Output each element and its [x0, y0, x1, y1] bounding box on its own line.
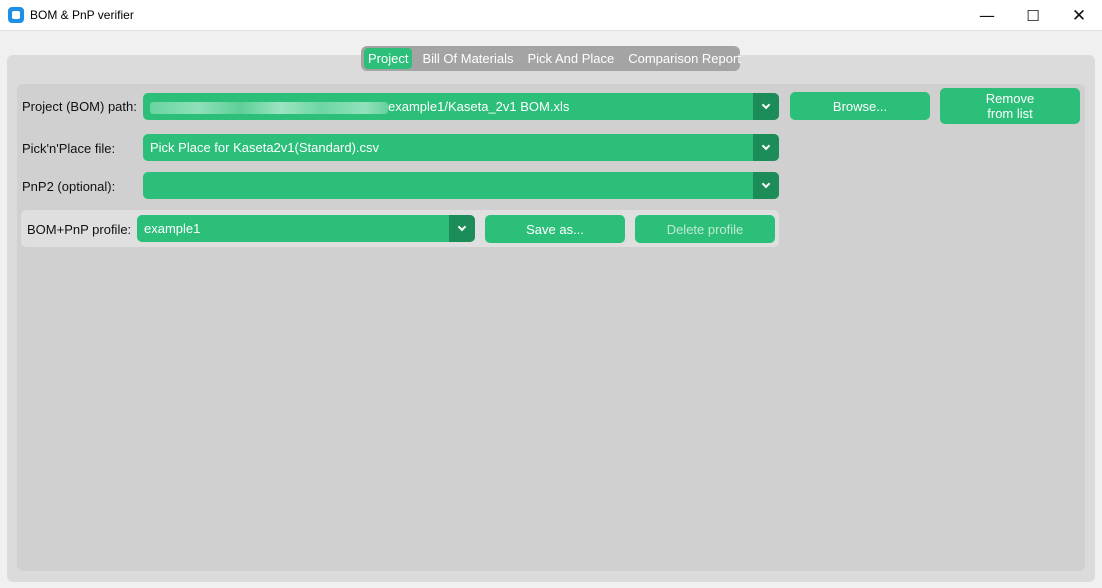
chevron-down-icon[interactable] — [449, 215, 475, 242]
tab-project[interactable]: Project — [364, 48, 413, 69]
pnp2-label: PnP2 (optional): — [22, 179, 116, 194]
save-as-button[interactable]: Save as... — [485, 215, 625, 243]
tab-bar: Project Bill Of Materials Pick And Place… — [361, 46, 741, 71]
tab-comparison-report[interactable]: Comparison Report — [624, 48, 745, 69]
bom-path-text: example1/Kaseta_2v1 BOM.xls — [388, 99, 570, 114]
chevron-down-icon[interactable] — [753, 93, 779, 120]
browse-button[interactable]: Browse... — [790, 92, 930, 120]
remove-label-line1: Remove — [985, 91, 1035, 106]
pnp-file-label: Pick'n'Place file: — [22, 141, 116, 156]
bom-path-combobox[interactable]: example1/Kaseta_2v1 BOM.xls — [143, 93, 779, 120]
pnp-file-combobox[interactable]: Pick Place for Kaseta2v1(Standard).csv — [143, 134, 779, 161]
minimize-button[interactable]: — — [964, 0, 1010, 31]
bom-path-label: Project (BOM) path: — [22, 99, 137, 114]
maximize-button[interactable]: ☐ — [1010, 0, 1056, 31]
profile-combobox[interactable]: example1 — [137, 215, 475, 242]
window-title: BOM & PnP verifier — [30, 8, 134, 22]
close-button[interactable]: ✕ — [1056, 0, 1102, 31]
profile-value: example1 — [144, 221, 201, 236]
app-icon — [8, 7, 24, 23]
chevron-down-icon[interactable] — [753, 172, 779, 199]
bom-path-value: example1/Kaseta_2v1 BOM.xls — [150, 99, 569, 114]
title-bar: BOM & PnP verifier — ☐ ✕ — [0, 0, 1102, 31]
chevron-down-icon[interactable] — [753, 134, 779, 161]
tab-pick-and-place[interactable]: Pick And Place — [524, 48, 619, 69]
tab-bill-of-materials[interactable]: Bill Of Materials — [418, 48, 517, 69]
redacted-path — [150, 101, 388, 114]
profile-label: BOM+PnP profile: — [27, 222, 132, 237]
remove-label-line2: from list — [987, 106, 1033, 121]
remove-from-list-button[interactable]: Remove from list — [940, 88, 1080, 124]
pnp-file-value: Pick Place for Kaseta2v1(Standard).csv — [150, 140, 380, 155]
pnp2-combobox[interactable] — [143, 172, 779, 199]
delete-profile-button: Delete profile — [635, 215, 775, 243]
